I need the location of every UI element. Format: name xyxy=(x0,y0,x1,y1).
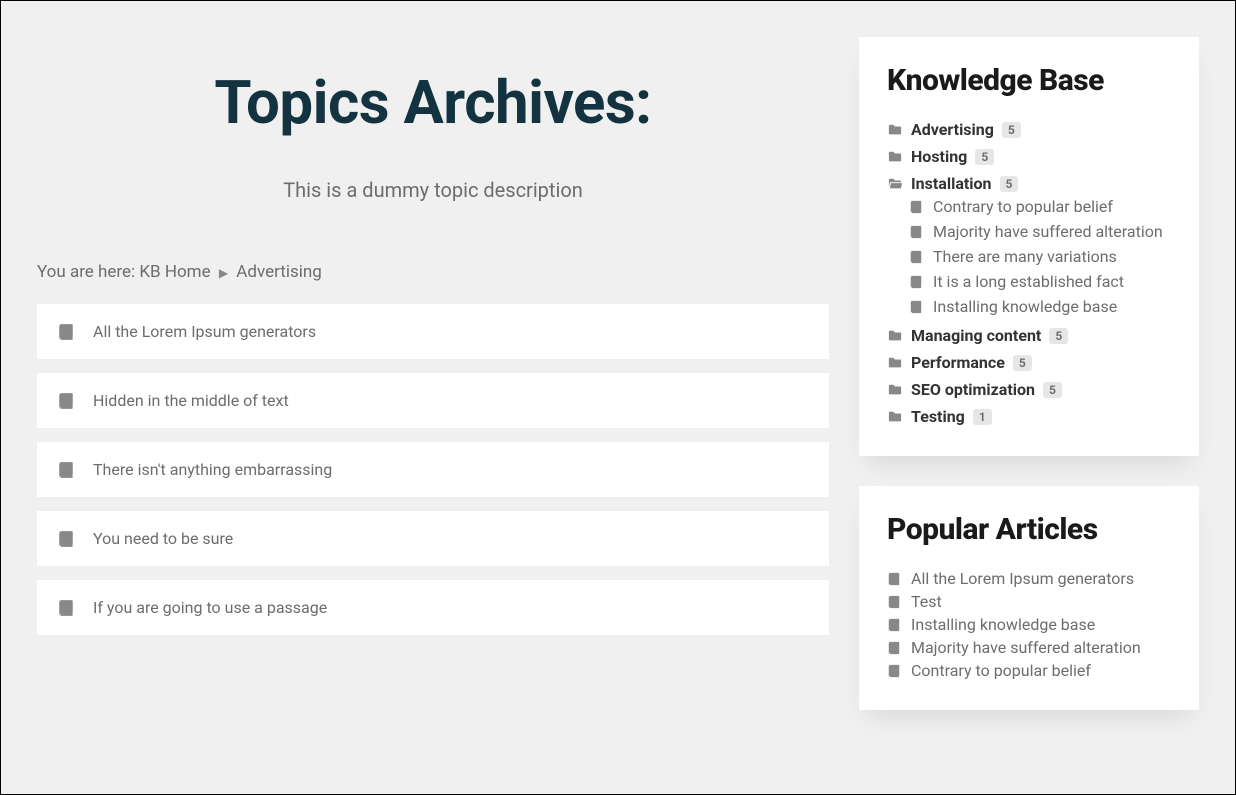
kb-subarticle-link[interactable]: There are many variations xyxy=(933,247,1117,266)
page-description: This is a dummy topic description xyxy=(37,178,829,202)
sidebar: Knowledge Base Advertising 5 Hosting 5 I… xyxy=(859,37,1199,758)
folder-icon xyxy=(887,329,903,343)
kb-category[interactable]: Performance 5 xyxy=(887,353,1171,372)
folder-icon xyxy=(887,410,903,424)
kb-subarticle[interactable]: Installing knowledge base xyxy=(909,297,1171,316)
article-title: You need to be sure xyxy=(93,529,233,548)
folder-open-icon xyxy=(887,177,903,191)
breadcrumb-prefix: You are here: xyxy=(37,262,139,282)
article-list: All the Lorem Ipsum generators Hidden in … xyxy=(37,304,829,635)
kb-subarticle[interactable]: There are many variations xyxy=(909,247,1171,266)
book-icon xyxy=(57,599,75,617)
article-item[interactable]: You need to be sure xyxy=(37,511,829,566)
article-title: Hidden in the middle of text xyxy=(93,391,289,410)
count-badge: 1 xyxy=(973,409,992,425)
book-icon xyxy=(887,641,901,655)
count-badge: 5 xyxy=(1013,355,1032,371)
breadcrumb-current: Advertising xyxy=(236,262,322,282)
folder-icon xyxy=(887,356,903,370)
book-icon xyxy=(887,664,901,678)
kb-subarticle-link[interactable]: Contrary to popular belief xyxy=(933,197,1113,216)
book-icon xyxy=(887,572,901,586)
popular-article-list: All the Lorem Ipsum generators Test Instal… xyxy=(887,569,1171,680)
breadcrumb: You are here: KB Home ▶ Advertising xyxy=(37,262,829,282)
kb-category[interactable]: Installation 5 xyxy=(887,174,1171,193)
count-badge: 5 xyxy=(1043,382,1062,398)
count-badge: 5 xyxy=(1002,122,1021,138)
kb-widget-title: Knowledge Base xyxy=(887,63,1171,98)
book-icon xyxy=(909,225,923,239)
popular-article[interactable]: Test xyxy=(887,592,1171,611)
book-icon xyxy=(909,275,923,289)
count-badge: 5 xyxy=(975,149,994,165)
kb-category-link[interactable]: Advertising xyxy=(911,120,994,139)
popular-article[interactable]: Contrary to popular belief xyxy=(887,661,1171,680)
kb-category-link[interactable]: Performance xyxy=(911,353,1005,372)
popular-widget: Popular Articles All the Lorem Ipsum gen… xyxy=(859,486,1199,710)
kb-category-link[interactable]: Installation xyxy=(911,174,992,193)
article-item[interactable]: Hidden in the middle of text xyxy=(37,373,829,428)
article-title: There isn't anything embarrassing xyxy=(93,460,332,479)
book-icon xyxy=(57,461,75,479)
kb-subarticle[interactable]: Contrary to popular belief xyxy=(909,197,1171,216)
kb-subarticle-link[interactable]: Installing knowledge base xyxy=(933,297,1117,316)
popular-article-link[interactable]: Contrary to popular belief xyxy=(911,661,1091,680)
article-item[interactable]: If you are going to use a passage xyxy=(37,580,829,635)
kb-category-link[interactable]: Hosting xyxy=(911,147,967,166)
folder-icon xyxy=(887,150,903,164)
folder-icon xyxy=(887,383,903,397)
popular-article[interactable]: All the Lorem Ipsum generators xyxy=(887,569,1171,588)
popular-article[interactable]: Installing knowledge base xyxy=(887,615,1171,634)
count-badge: 5 xyxy=(1049,328,1068,344)
kb-subarticle-link[interactable]: Majority have suffered alteration xyxy=(933,222,1163,241)
caret-right-icon: ▶ xyxy=(219,266,228,280)
popular-article-link[interactable]: All the Lorem Ipsum generators xyxy=(911,569,1134,588)
book-icon xyxy=(909,250,923,264)
book-icon xyxy=(887,595,901,609)
kb-category-link[interactable]: Managing content xyxy=(911,326,1041,345)
kb-category[interactable]: Managing content 5 xyxy=(887,326,1171,345)
popular-article-link[interactable]: Test xyxy=(911,592,942,611)
kb-subarticle-list: Contrary to popular belief Majority have … xyxy=(887,197,1171,316)
kb-subarticle-link[interactable]: It is a long established fact xyxy=(933,272,1124,291)
main-content: Topics Archives: This is a dummy topic d… xyxy=(37,37,829,758)
book-icon xyxy=(909,200,923,214)
popular-widget-title: Popular Articles xyxy=(887,512,1171,547)
kb-category[interactable]: Hosting 5 xyxy=(887,147,1171,166)
article-title: All the Lorem Ipsum generators xyxy=(93,322,316,341)
popular-article[interactable]: Majority have suffered alteration xyxy=(887,638,1171,657)
page-title: Topics Archives: xyxy=(37,67,829,138)
kb-category[interactable]: Advertising 5 xyxy=(887,120,1171,139)
kb-category-link[interactable]: SEO optimization xyxy=(911,380,1035,399)
article-item[interactable]: All the Lorem Ipsum generators xyxy=(37,304,829,359)
kb-category[interactable]: SEO optimization 5 xyxy=(887,380,1171,399)
book-icon xyxy=(887,618,901,632)
kb-category-link[interactable]: Testing xyxy=(911,407,965,426)
book-icon xyxy=(909,300,923,314)
breadcrumb-home-link[interactable]: KB Home xyxy=(139,262,210,282)
popular-article-link[interactable]: Majority have suffered alteration xyxy=(911,638,1141,657)
kb-category-list: Advertising 5 Hosting 5 Installation 5 C… xyxy=(887,120,1171,426)
kb-widget: Knowledge Base Advertising 5 Hosting 5 I… xyxy=(859,37,1199,456)
article-title: If you are going to use a passage xyxy=(93,598,327,617)
book-icon xyxy=(57,392,75,410)
article-item[interactable]: There isn't anything embarrassing xyxy=(37,442,829,497)
kb-subarticle[interactable]: It is a long established fact xyxy=(909,272,1171,291)
book-icon xyxy=(57,530,75,548)
book-icon xyxy=(57,323,75,341)
kb-category[interactable]: Testing 1 xyxy=(887,407,1171,426)
count-badge: 5 xyxy=(1000,176,1019,192)
kb-subarticle[interactable]: Majority have suffered alteration xyxy=(909,222,1171,241)
folder-icon xyxy=(887,123,903,137)
popular-article-link[interactable]: Installing knowledge base xyxy=(911,615,1095,634)
